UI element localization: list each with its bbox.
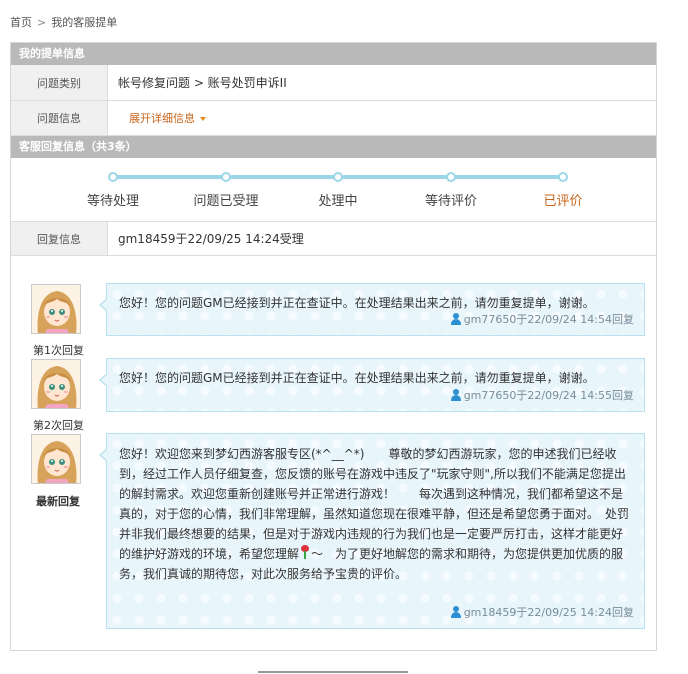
person-icon [450,313,462,325]
person-icon [450,389,462,401]
person-icon [450,606,462,618]
breadcrumb: 首页 > 我的客服提单 [10,14,117,30]
category-value: 帐号修复问题 > 账号处罚申诉II [118,76,287,90]
reply-message: 您好！欢迎您来到梦幻西游客服专区(*^__^*) 尊敬的梦幻西游玩家，您的申述我… [119,444,632,584]
reply-message: 您好！您的问题GM已经接到并正在查证中。在处理结果出来之前，请勿重复提单，谢谢。 [119,296,595,310]
avatar [31,284,81,334]
reply-message-part1: 您好！欢迎您来到梦幻西游客服专区(*^__^*) 尊敬的梦幻西游玩家，您的申述我… [119,447,630,561]
expand-details-text: 展开详细信息 [129,112,195,125]
reply-bubble: 您好！您的问题GM已经接到并正在查证中。在处理结果出来之前，请勿重复提单，谢谢。… [99,283,645,336]
ticket-section-header: 我的提单信息 [11,43,656,65]
progress-tracker: 等待处理 问题已受理 处理中 等待评价 已评价 [11,158,656,222]
reply-meta: gm77650于22/09/24 14:55回复 [450,387,634,403]
gm-avatar-icon [32,285,80,333]
reply-info-value: gm18459于22/09/25 14:24受理 [118,232,304,246]
breadcrumb-current: 我的客服提单 [51,16,118,29]
category-row: 问题类别 帐号修复问题 > 账号处罚申诉II [11,65,656,101]
reply-info-label: 回复信息 [11,222,108,255]
reply-meta-text: gm18459于22/09/25 14:24回复 [463,606,634,619]
reply-message: 您好！您的问题GM已经接到并正在查证中。在处理结果出来之前，请勿重复提单，谢谢。 [119,371,595,385]
info-label: 问题信息 [11,101,108,135]
reply-caption: 第1次回复 [33,344,84,357]
step-waiting: 等待处理 [86,194,140,209]
reply-meta-text: gm77650于22/09/24 14:54回复 [463,313,634,326]
category-label: 问题类别 [11,65,108,100]
step-dot-5 [558,172,568,182]
step-dot-4 [446,172,456,182]
reply-section-header: 客服回复信息（共3条） [11,136,656,158]
caret-down-icon [200,117,206,121]
step-dot-1 [108,172,118,182]
step-dot-2 [221,172,231,182]
reply-meta: gm18459于22/09/25 14:24回复 [450,604,634,620]
reply-caption-latest: 最新回复 [36,495,80,508]
rose-icon [300,545,310,559]
step-reviewed: 已评价 [543,194,583,209]
step-dot-3 [333,172,343,182]
step-accepted: 问题已受理 [193,194,259,209]
avatar [31,434,81,484]
info-row: 问题信息 展开详细信息 [11,101,656,136]
reply-bubble: 您好！您的问题GM已经接到并正在查证中。在处理结果出来之前，请勿重复提单，谢谢。… [99,358,645,412]
info-value: 展开详细信息 [108,101,656,135]
reply-info-row: 回复信息 gm18459于22/09/25 14:24受理 [11,222,656,256]
expand-details-link[interactable]: 展开详细信息 [118,110,206,126]
bottom-divider [258,671,408,673]
reply-meta-text: gm77650于22/09/24 14:55回复 [463,389,634,402]
avatar [31,359,81,409]
gm-avatar-icon [32,360,80,408]
step-awaiting-review: 等待评价 [424,194,478,209]
reply-meta: gm77650于22/09/24 14:54回复 [450,311,634,327]
reply-bubble-latest: 您好！欢迎您来到梦幻西游客服专区(*^__^*) 尊敬的梦幻西游玩家，您的申述我… [99,433,645,629]
step-processing: 处理中 [318,194,358,209]
breadcrumb-home-link[interactable]: 首页 [10,16,32,29]
breadcrumb-separator: > [37,16,47,29]
gm-avatar-icon [32,435,80,483]
reply-caption: 第2次回复 [33,419,84,432]
